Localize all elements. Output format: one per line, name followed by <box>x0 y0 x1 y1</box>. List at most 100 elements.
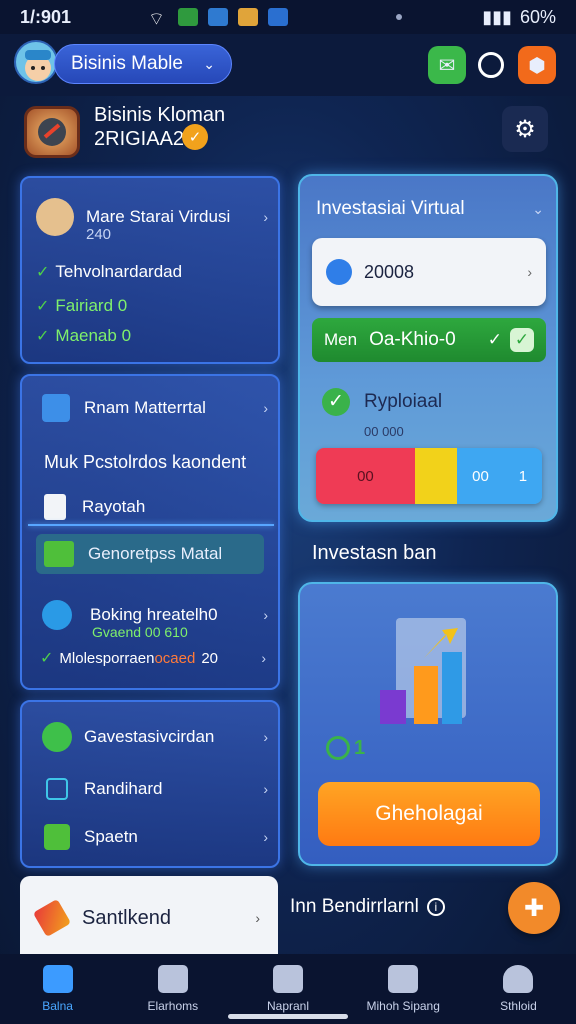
bar-segment-yellow <box>414 448 458 504</box>
battery-level: 60% <box>519 6 556 27</box>
home-icon <box>42 965 73 993</box>
status-time: 1/:901 <box>20 6 72 27</box>
bag-icon: ⬢ <box>528 54 546 77</box>
nav-label: Sthloid <box>500 999 537 1013</box>
gear-icon: ⚙ <box>514 115 536 143</box>
bar-text: 1 <box>518 467 528 485</box>
puzzle-icon: ✚ <box>523 894 545 922</box>
verified-icon: ✓ <box>182 124 208 150</box>
chevron-right-icon: › <box>263 829 268 845</box>
status-subtitle: 00 000 <box>364 424 404 439</box>
shop-button[interactable]: ⬢ <box>518 46 556 84</box>
bar-text: 00 <box>357 467 374 485</box>
section-heading: Investasn ban <box>312 542 437 564</box>
app-icon <box>208 8 228 26</box>
virtual-store-card[interactable]: Mare Starai Virdusi › 240 ✓ Tehvolnardard… <box>20 176 280 364</box>
chat-icon: ✉ <box>438 54 456 77</box>
profile-button[interactable] <box>472 46 510 84</box>
user-icon <box>503 965 534 993</box>
document-icon <box>44 494 66 520</box>
investment-list-card[interactable]: Gavestasivcirdan › Randihard › Spaetn › <box>20 700 280 868</box>
nav-label: Napranl <box>266 999 310 1013</box>
business-select[interactable]: Bisinis Mable ⌄ <box>54 44 232 84</box>
highlight-item[interactable]: Genoretpss Matal <box>36 534 264 574</box>
app-icon <box>268 8 288 26</box>
home-indicator <box>228 1014 348 1019</box>
bar-segment-blue: 00 1 <box>457 448 542 504</box>
store-icon <box>157 965 188 993</box>
booking-subtitle: Gvaend 00 610 <box>92 624 188 640</box>
booking-status-count: 20 <box>201 649 219 667</box>
status-bar: 1/:901 ⌔ ▮▮▮ 60% <box>0 0 576 34</box>
book-icon <box>273 965 303 993</box>
chevron-right-icon: › <box>263 209 268 225</box>
camera-icon <box>388 965 419 993</box>
chart-icon <box>380 618 466 724</box>
avatar[interactable] <box>14 40 58 84</box>
clock-icon <box>46 778 68 800</box>
send-card-label: Santlkend <box>82 906 171 929</box>
list-item: Rayotah <box>82 497 146 516</box>
chevron-right-icon: › <box>261 650 266 666</box>
nav-label: Balna <box>42 999 73 1013</box>
user-circle-icon <box>478 52 504 78</box>
bar-segment-red: 00 <box>316 448 415 504</box>
nav-home[interactable]: Balna <box>0 954 115 1024</box>
material-card[interactable]: Rnam Matterrtal › Muk Pcstolrdos kaonden… <box>20 374 280 690</box>
chevron-down-icon: ⌄ <box>203 55 215 72</box>
green-bar-label: Men <box>324 330 358 349</box>
chevron-right-icon: › <box>263 607 268 623</box>
chevron-right-icon: › <box>263 729 268 745</box>
highlight-label: Genoretpss Matal <box>88 544 223 563</box>
list-item: Fairiard 0 <box>55 296 128 315</box>
search-icon <box>42 600 72 630</box>
box-icon <box>42 394 70 422</box>
side-text: Inn Bendirrlarnl <box>290 896 419 917</box>
nav-label: Mihoh Sipang <box>366 999 440 1013</box>
info-icon[interactable]: i <box>426 898 445 916</box>
chart-icon <box>44 541 74 567</box>
card-title: Rnam Matterrtal <box>84 398 206 417</box>
brush-icon <box>32 898 72 938</box>
check-icon: ✓ <box>487 330 502 349</box>
folder-icon <box>238 8 258 26</box>
info-icon <box>326 259 352 285</box>
chevron-down-icon[interactable]: ⌄ <box>532 201 544 218</box>
puzzle-icon <box>44 824 70 850</box>
gear-badge-icon <box>42 722 72 752</box>
send-card[interactable]: Santlkend › <box>20 876 278 960</box>
profile-id: 2RIGIAA21 <box>94 128 196 150</box>
progress-color-bar[interactable]: 00 00 1 <box>316 448 542 504</box>
booking-title: Boking hreatelh0 <box>90 605 218 624</box>
chevron-right-icon: › <box>527 264 532 280</box>
floating-action-button[interactable]: ✚ <box>508 882 560 934</box>
amount-field[interactable]: 20008 › <box>312 238 546 306</box>
status-green-bar[interactable]: Men Oa-Khio-0 ✓ ✓ <box>312 318 546 362</box>
booking-status: Mlolesporraen <box>59 649 155 667</box>
nav-profile[interactable]: Sthloid <box>461 954 576 1024</box>
amount-value: 20008 <box>364 261 415 282</box>
check-icon: ✓ <box>36 264 50 281</box>
business-badge-icon <box>24 106 80 158</box>
settings-button[interactable]: ⚙ <box>502 106 548 152</box>
business-select-label: Bisinis Mable <box>71 53 183 74</box>
green-bar-value: Oa-Khio-0 <box>369 329 456 350</box>
card-title: Mare Starai Virdusi <box>86 207 231 226</box>
panel-title: Investasiai Virtual <box>316 198 465 219</box>
check-badge-icon: ✓ <box>510 328 534 352</box>
list-item: Maenab 0 <box>55 326 132 345</box>
refresh-icon <box>326 736 350 760</box>
check-icon: ✓ <box>40 650 54 667</box>
profile-name: Bisinis Kloman <box>94 104 226 126</box>
nav-label: Elarhoms <box>147 999 199 1013</box>
card-subtitle: Muk Pcstolrdos kaondent <box>44 452 247 472</box>
chevron-right-icon: › <box>263 781 268 797</box>
chevron-right-icon: › <box>255 910 260 926</box>
list-item: Tehvolnardardad <box>55 262 183 281</box>
wifi-icon: ⌔ <box>148 9 165 29</box>
nav-camera[interactable]: Mihoh Sipang <box>346 954 461 1024</box>
list-item: Randihard <box>84 779 163 798</box>
chat-button[interactable]: ✉ <box>428 46 466 84</box>
nav-store[interactable]: Elarhoms <box>115 954 230 1024</box>
primary-action-button[interactable]: Gheholagai <box>318 782 540 846</box>
